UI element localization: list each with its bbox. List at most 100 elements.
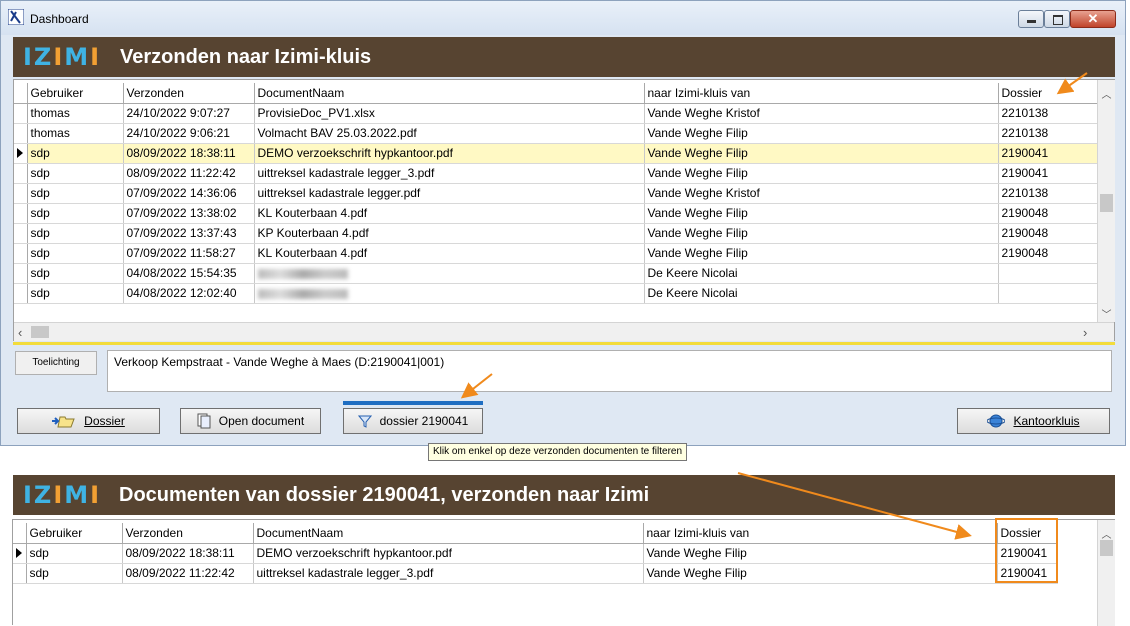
- row-indicator[interactable]: [14, 203, 28, 224]
- column-header-sent[interactable]: Verzonden: [123, 83, 255, 104]
- cell-owner[interactable]: Vande Weghe Filip: [644, 203, 999, 224]
- column-header-document[interactable]: DocumentNaam: [254, 83, 645, 104]
- cell-sent[interactable]: 24/10/2022 9:06:21: [123, 123, 255, 144]
- cell-sent[interactable]: 04/08/2022 15:54:35: [123, 263, 255, 284]
- cell-owner[interactable]: Vande Weghe Kristof: [644, 183, 999, 204]
- table-row[interactable]: sdp 08/09/2022 18:38:11 DEMO verzoekschrif…: [13, 543, 1058, 564]
- cell-sent[interactable]: 08/09/2022 11:22:42: [122, 563, 254, 584]
- column-header-document[interactable]: DocumentNaam: [253, 523, 644, 544]
- cell-sent[interactable]: 24/10/2022 9:07:27: [123, 103, 255, 124]
- cell-user[interactable]: sdp: [27, 163, 124, 184]
- cell-dossier[interactable]: [998, 283, 1098, 304]
- cell-user[interactable]: sdp: [26, 543, 123, 564]
- row-indicator[interactable]: [14, 283, 28, 304]
- scroll-thumb[interactable]: [1100, 540, 1113, 556]
- cell-document[interactable]: KL Kouterbaan 4.pdf: [254, 243, 645, 264]
- table-row[interactable]: sdp 08/09/2022 18:38:11 DEMO verzoekschrif…: [14, 143, 1098, 164]
- cell-document[interactable]: [254, 263, 645, 284]
- row-indicator[interactable]: [14, 123, 28, 144]
- cell-sent[interactable]: 07/09/2022 13:38:02: [123, 203, 255, 224]
- cell-dossier[interactable]: 2190048: [998, 223, 1098, 244]
- table-row[interactable]: sdp 08/09/2022 11:22:42 uittreksel kadastr…: [14, 163, 1098, 184]
- row-indicator[interactable]: [14, 243, 28, 264]
- row-indicator[interactable]: [14, 143, 28, 164]
- cell-owner[interactable]: Vande Weghe Kristof: [644, 103, 999, 124]
- cell-user[interactable]: thomas: [27, 123, 124, 144]
- cell-owner[interactable]: Vande Weghe Filip: [644, 123, 999, 144]
- cell-user[interactable]: thomas: [27, 103, 124, 124]
- cell-user[interactable]: sdp: [27, 283, 124, 304]
- scroll-up-icon[interactable]: ︿: [1098, 86, 1115, 101]
- cell-owner[interactable]: De Keere Nicolai: [644, 263, 999, 284]
- cell-sent[interactable]: 08/09/2022 18:38:11: [123, 143, 255, 164]
- column-header-owner[interactable]: naar Izimi-kluis van: [643, 523, 998, 544]
- table-row[interactable]: sdp 07/09/2022 13:38:02 KL Kouterbaan 4.pd…: [14, 203, 1098, 224]
- scroll-left-icon[interactable]: ‹: [18, 325, 22, 340]
- cell-user[interactable]: sdp: [27, 143, 124, 164]
- row-indicator[interactable]: [13, 543, 27, 564]
- scroll-thumb[interactable]: [1100, 194, 1113, 212]
- row-indicator[interactable]: [14, 103, 28, 124]
- row-indicator[interactable]: [14, 223, 28, 244]
- scroll-right-icon[interactable]: ›: [1083, 325, 1087, 340]
- cell-user[interactable]: sdp: [27, 203, 124, 224]
- cell-user[interactable]: sdp: [27, 243, 124, 264]
- kantoorkluis-button[interactable]: Kantoorkluis: [957, 408, 1110, 434]
- cell-dossier[interactable]: 2210138: [998, 123, 1098, 144]
- cell-document[interactable]: [254, 283, 645, 304]
- dossier-button[interactable]: Dossier: [17, 408, 160, 434]
- cell-owner[interactable]: Vande Weghe Filip: [644, 163, 999, 184]
- column-header-dossier[interactable]: Dossier: [998, 83, 1098, 104]
- cell-user[interactable]: sdp: [27, 183, 124, 204]
- row-indicator[interactable]: [14, 183, 28, 204]
- scroll-up-icon[interactable]: ︿: [1098, 526, 1115, 541]
- cell-owner[interactable]: Vande Weghe Filip: [644, 243, 999, 264]
- scroll-down-icon[interactable]: ﹀: [1098, 306, 1115, 321]
- vertical-scrollbar[interactable]: ︿ ﹀: [1097, 80, 1115, 322]
- cell-owner[interactable]: Vande Weghe Filip: [643, 563, 998, 584]
- table-row[interactable]: thomas 24/10/2022 9:06:21 Volmacht BAV 25.…: [14, 123, 1098, 144]
- row-indicator[interactable]: [14, 163, 28, 184]
- table-row[interactable]: sdp 04/08/2022 15:54:35 De Keere Nicolai: [14, 263, 1098, 284]
- cell-dossier[interactable]: 2210138: [998, 103, 1098, 124]
- cell-dossier[interactable]: 2190048: [998, 203, 1098, 224]
- cell-sent[interactable]: 04/08/2022 12:02:40: [123, 283, 255, 304]
- minimize-button[interactable]: [1018, 10, 1044, 28]
- cell-owner[interactable]: Vande Weghe Filip: [644, 223, 999, 244]
- column-header-owner[interactable]: naar Izimi-kluis van: [644, 83, 999, 104]
- cell-document[interactable]: ProvisieDoc_PV1.xlsx: [254, 103, 645, 124]
- cell-owner[interactable]: Vande Weghe Filip: [644, 143, 999, 164]
- cell-document[interactable]: uittreksel kadastrale legger_3.pdf: [254, 163, 645, 184]
- cell-owner[interactable]: Vande Weghe Filip: [643, 543, 998, 564]
- row-indicator[interactable]: [14, 263, 28, 284]
- title-bar[interactable]: [1, 1, 1125, 35]
- cell-sent[interactable]: 08/09/2022 11:22:42: [123, 163, 255, 184]
- table-row[interactable]: sdp 08/09/2022 11:22:42 uittreksel kadastr…: [13, 563, 1058, 584]
- table-row[interactable]: sdp 04/08/2022 12:02:40 De Keere Nicolai: [14, 283, 1098, 304]
- cell-dossier[interactable]: 2190041: [998, 143, 1098, 164]
- cell-sent[interactable]: 07/09/2022 11:58:27: [123, 243, 255, 264]
- column-header-user[interactable]: Gebruiker: [27, 83, 124, 104]
- maximize-button[interactable]: [1044, 10, 1070, 28]
- table-row[interactable]: sdp 07/09/2022 11:58:27 KL Kouterbaan 4.pd…: [14, 243, 1098, 264]
- cell-document[interactable]: DEMO verzoekschrift hypkantoor.pdf: [254, 143, 645, 164]
- column-header-sent[interactable]: Verzonden: [122, 523, 254, 544]
- cell-document[interactable]: DEMO verzoekschrift hypkantoor.pdf: [253, 543, 644, 564]
- cell-dossier[interactable]: 2210138: [998, 183, 1098, 204]
- cell-owner[interactable]: De Keere Nicolai: [644, 283, 999, 304]
- filter-dossier-button[interactable]: dossier 2190041: [343, 408, 483, 434]
- cell-document[interactable]: KL Kouterbaan 4.pdf: [254, 203, 645, 224]
- cell-document[interactable]: KP Kouterbaan 4.pdf: [254, 223, 645, 244]
- open-document-button[interactable]: Open document: [180, 408, 321, 434]
- cell-sent[interactable]: 07/09/2022 13:37:43: [123, 223, 255, 244]
- table-row[interactable]: thomas 24/10/2022 9:07:27 ProvisieDoc_PV1.…: [14, 103, 1098, 124]
- vertical-scrollbar-bottom[interactable]: ︿: [1097, 520, 1115, 626]
- note-text[interactable]: Verkoop Kempstraat - Vande Weghe à Maes …: [107, 350, 1112, 392]
- cell-sent[interactable]: 07/09/2022 14:36:06: [123, 183, 255, 204]
- table-row[interactable]: sdp 07/09/2022 14:36:06 uittreksel kadastr…: [14, 183, 1098, 204]
- cell-user[interactable]: sdp: [27, 263, 124, 284]
- cell-document[interactable]: Volmacht BAV 25.03.2022.pdf: [254, 123, 645, 144]
- horizontal-scrollbar[interactable]: ‹ ›: [14, 322, 1114, 341]
- row-indicator[interactable]: [13, 563, 27, 584]
- cell-dossier[interactable]: [998, 263, 1098, 284]
